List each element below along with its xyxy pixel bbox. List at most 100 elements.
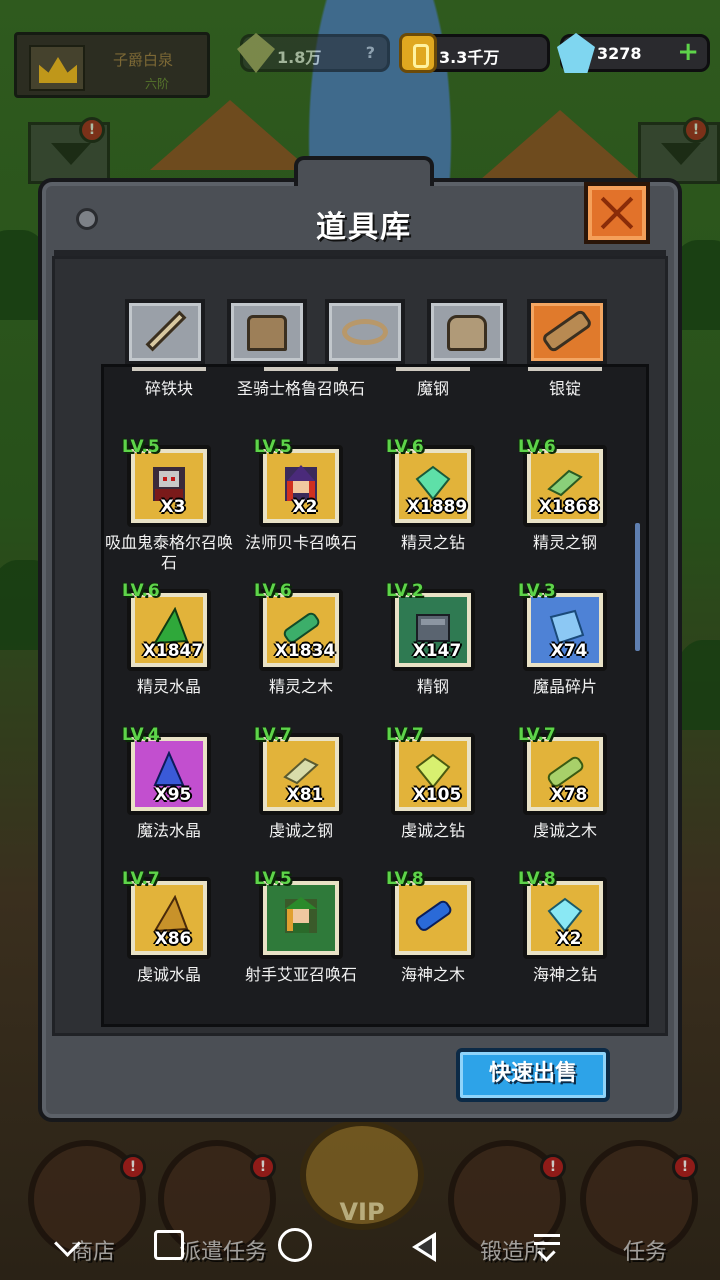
house-roof	[150, 100, 310, 170]
grid-item[interactable]: LV.6 X1834 精灵之木	[236, 581, 366, 725]
tab-materials[interactable]	[527, 299, 607, 365]
item-count: X1889	[406, 497, 468, 517]
nav-vip[interactable]: VIP	[300, 1120, 424, 1230]
item-name: 魔法水晶	[136, 821, 201, 840]
grid-item[interactable]: LV.6 X1889 精灵之钻	[368, 437, 498, 581]
item-level: LV.5	[254, 869, 292, 889]
back-icon[interactable]	[406, 1228, 442, 1264]
right-dropdown-button[interactable]: !	[638, 117, 720, 184]
item-count: X2	[292, 497, 318, 517]
grid-item[interactable]: LV.5 射手艾亚召唤石	[236, 869, 366, 1013]
gem-icon	[557, 33, 595, 73]
item-name: 魔晶碎片	[532, 677, 597, 696]
notification-badge: !	[79, 117, 105, 143]
item-count: X147	[412, 641, 462, 661]
rank-title: 子爵白泉	[113, 51, 174, 69]
item-frame: X78	[523, 733, 607, 815]
item-frame: X81	[259, 733, 343, 815]
help-icon[interactable]: ?	[366, 43, 375, 62]
grid-item[interactable]: LV.2 X147 精钢	[368, 581, 498, 725]
item-name: 虔诚之钻	[400, 821, 465, 840]
grid-item[interactable]: LV.4 X95 魔法水晶	[104, 725, 234, 869]
item-name: 精灵水晶	[136, 677, 201, 696]
frame-edge	[528, 367, 602, 371]
item-level: LV.2	[386, 581, 424, 601]
gold-resource[interactable]: 3.3千万	[399, 33, 550, 73]
grid-item[interactable]: LV.7 X81 虔诚之钢	[236, 725, 366, 869]
item-frame: X2	[523, 877, 607, 959]
item-level: LV.7	[254, 725, 292, 745]
item-name: 碎铁块	[144, 379, 193, 398]
grid-item[interactable]: LV.7 X78 虔诚之木	[500, 725, 630, 869]
tab-weapons[interactable]	[125, 299, 205, 365]
item-level: LV.7	[518, 725, 556, 745]
grid-item[interactable]: 魔钢	[368, 367, 498, 427]
player-rank-panel[interactable]: 子爵白泉 六阶	[14, 32, 210, 98]
item-level: LV.6	[518, 437, 556, 457]
ring-icon	[342, 319, 388, 345]
grid-item[interactable]: LV.6 X1868 精灵之钢	[500, 437, 630, 581]
grid-item[interactable]: LV.3 X74 魔晶碎片	[500, 581, 630, 725]
power-icon	[237, 33, 275, 73]
tab-accessories[interactable]	[325, 299, 405, 365]
item-frame: X1889	[391, 445, 475, 527]
item-frame: X1868	[523, 445, 607, 527]
notification-badge: !	[250, 1154, 276, 1180]
power-resource[interactable]: 1.8万 ?	[237, 33, 390, 73]
close-button[interactable]	[584, 182, 650, 244]
sword-icon	[145, 310, 187, 352]
bottom-nav: 商店 ! 派遣任务 ! VIP 锻造所 ! 任务 !	[0, 1120, 720, 1265]
power-value: 1.8万	[277, 48, 322, 67]
item-level: LV.8	[518, 869, 556, 889]
grid-item[interactable]: LV.7 X105 虔诚之钻	[368, 725, 498, 869]
item-frame: X1834	[259, 589, 343, 671]
grid-item[interactable]: 碎铁块	[104, 367, 234, 427]
grid-item[interactable]: LV.5 X2 法师贝卡召唤石	[236, 437, 366, 581]
add-gems-button[interactable]: +	[677, 37, 699, 67]
item-count: X1834	[274, 641, 336, 661]
system-nav-bar	[0, 1216, 720, 1280]
item-count: X3	[160, 497, 186, 517]
notification-badge: !	[683, 117, 709, 143]
item-name: 海神之钻	[532, 965, 597, 984]
gold-value: 3.3千万	[439, 48, 500, 67]
left-dropdown-button[interactable]: !	[28, 117, 110, 184]
grid-item[interactable]: 圣骑士格鲁召唤石	[236, 367, 366, 427]
grid-item[interactable]: LV.7 X86 虔诚水晶	[104, 869, 234, 1013]
item-count: X1847	[142, 641, 204, 661]
notification-badge: !	[672, 1154, 698, 1180]
home-icon[interactable]	[278, 1228, 312, 1262]
item-level: LV.6	[254, 581, 292, 601]
grid-item[interactable]: 银锭	[500, 367, 630, 427]
grid-item[interactable]: LV.5 X3 吸血鬼泰格尔召唤石	[104, 437, 234, 581]
item-count: X105	[412, 785, 462, 805]
scrollbar[interactable]	[635, 523, 640, 651]
quick-sell-button[interactable]: 快速出售	[456, 1048, 610, 1102]
frame-edge	[396, 367, 470, 371]
grid-item[interactable]: LV.6 X1847 精灵水晶	[104, 581, 234, 725]
collapse-icon[interactable]	[50, 1228, 86, 1264]
dialog-notch	[294, 156, 434, 186]
gem-resource[interactable]: 3278 +	[557, 33, 710, 73]
tab-armor[interactable]	[227, 299, 307, 365]
item-grid[interactable]: 碎铁块 圣骑士格鲁召唤石 魔钢 银锭 LV.5 X3 吸血鬼泰格尔召唤石 LV.…	[101, 364, 649, 1027]
material-log-icon	[540, 308, 594, 354]
notification-badge: !	[120, 1154, 146, 1180]
notification-pull-icon[interactable]	[530, 1228, 566, 1264]
item-name: 精灵之钻	[400, 533, 465, 552]
item-name: 虔诚之木	[532, 821, 597, 840]
item-count: X86	[154, 929, 192, 949]
item-frame: X147	[391, 589, 475, 671]
item-frame: X86	[127, 877, 211, 959]
item-frame: X95	[127, 733, 211, 815]
item-frame: X74	[523, 589, 607, 671]
item-name: 银锭	[548, 379, 581, 398]
inventory-panel: 碎铁块 圣骑士格鲁召唤石 魔钢 银锭 LV.5 X3 吸血鬼泰格尔召唤石 LV.…	[52, 256, 668, 1036]
grid-item[interactable]: LV.8 X2 海神之钻	[500, 869, 630, 1013]
tab-potions[interactable]	[427, 299, 507, 365]
item-level: LV.7	[122, 869, 160, 889]
grid-item[interactable]: LV.8 海神之木	[368, 869, 498, 1013]
item-name: 魔钢	[416, 379, 449, 398]
recent-apps-icon[interactable]	[154, 1230, 184, 1260]
item-level: LV.5	[254, 437, 292, 457]
